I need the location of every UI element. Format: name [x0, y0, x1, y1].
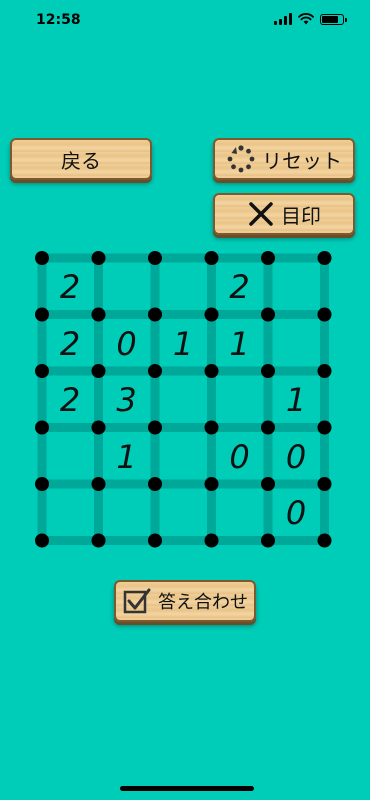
refresh-icon	[226, 144, 256, 174]
grid-dot	[91, 364, 106, 378]
cell-number: 0	[285, 494, 307, 532]
home-indicator	[120, 786, 254, 791]
grid-dot	[35, 307, 49, 322]
grid-dot	[317, 533, 332, 548]
grid-dot	[148, 364, 162, 378]
grid-dot	[204, 364, 219, 378]
grid-dot	[317, 307, 332, 322]
reset-button[interactable]: リセット	[213, 138, 355, 180]
cell-number: 0	[116, 324, 137, 363]
battery-level	[322, 15, 339, 23]
cell-number: 2	[229, 268, 250, 306]
grid-dot	[261, 477, 275, 491]
cell-number: 2	[59, 381, 81, 419]
mark-button-label: 目印	[281, 203, 321, 228]
cell-number: 1	[285, 381, 307, 419]
grid-dot	[261, 307, 275, 322]
grid-dot	[148, 420, 162, 435]
cell-number: 0	[229, 437, 250, 476]
cellular-signal-icon	[274, 13, 292, 25]
grid-dot	[91, 477, 106, 491]
wifi-icon	[298, 13, 314, 25]
close-x-icon	[247, 200, 275, 228]
grid-dot	[261, 533, 275, 548]
cell-number: 3	[116, 381, 137, 419]
grid-dot	[35, 477, 49, 491]
grid-dot	[204, 251, 219, 265]
cell-number: 1	[229, 324, 250, 363]
grid-dot	[317, 420, 332, 435]
check-answer-button[interactable]: 答え合わせ	[114, 580, 256, 622]
grid-dot	[35, 364, 49, 378]
cell-number: 2	[59, 324, 81, 363]
puzzle-board[interactable]: 2220112311000	[0, 0, 370, 800]
back-button-label: 戻る	[61, 148, 101, 173]
grid-dot	[317, 364, 332, 378]
grid-dot	[91, 533, 106, 548]
grid-dot	[91, 307, 106, 322]
cell-number: 1	[116, 437, 137, 476]
grid-dot	[148, 533, 162, 548]
grid-dot	[204, 307, 219, 322]
grid-dot	[317, 251, 332, 265]
grid-dot	[204, 420, 219, 435]
grid-dot	[35, 251, 49, 265]
grid-dot	[35, 420, 49, 435]
mark-button[interactable]: 目印	[213, 193, 355, 235]
status-bar: 12:58	[0, 0, 370, 44]
cell-number: 0	[285, 437, 307, 476]
grid-dot	[148, 307, 162, 322]
grid-dot	[261, 364, 275, 378]
grid-dot	[261, 251, 275, 265]
check-answer-button-label: 答え合わせ	[158, 592, 248, 613]
grid-dot	[261, 420, 275, 435]
status-time: 12:58	[36, 12, 81, 28]
grid-dot	[91, 251, 106, 265]
grid-dot	[148, 477, 162, 491]
grid-dot	[317, 477, 332, 491]
cell-number: 2	[59, 268, 81, 306]
checkbox-checked-icon	[122, 587, 152, 615]
grid-dot	[91, 420, 106, 435]
back-button[interactable]: 戻る	[10, 138, 152, 180]
grid-dot	[148, 251, 162, 265]
grid-dot	[204, 533, 219, 548]
cell-number: 1	[172, 324, 194, 363]
reset-button-label: リセット	[262, 148, 342, 173]
puzzle-grid[interactable]	[0, 0, 370, 800]
grid-dot	[204, 477, 219, 491]
battery-icon	[320, 13, 347, 25]
status-icons	[274, 13, 347, 25]
grid-dot	[35, 533, 49, 548]
